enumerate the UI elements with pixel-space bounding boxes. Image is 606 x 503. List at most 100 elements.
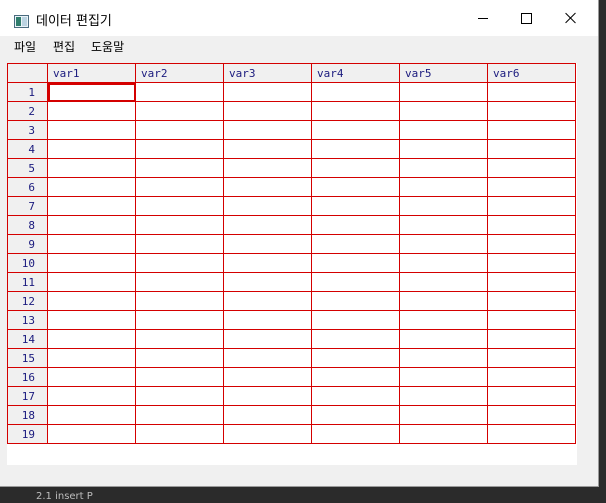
grid-cell[interactable] [487, 215, 576, 235]
grid-cell[interactable] [487, 272, 576, 292]
menu-help[interactable]: 도움말 [91, 39, 124, 55]
grid-cell[interactable] [399, 386, 488, 406]
grid-cell[interactable] [47, 405, 136, 425]
grid-cell[interactable] [399, 120, 488, 140]
grid-cell[interactable] [223, 120, 312, 140]
grid-cell[interactable] [47, 215, 136, 235]
grid-cell[interactable] [47, 291, 136, 311]
maximize-button[interactable] [503, 0, 549, 36]
grid-cell[interactable] [311, 424, 400, 444]
grid-cell[interactable] [223, 196, 312, 216]
grid-cell[interactable] [399, 310, 488, 330]
column-header-var1[interactable]: var1 [47, 63, 136, 83]
grid-cell[interactable] [399, 253, 488, 273]
grid-cell[interactable] [135, 272, 224, 292]
grid-cell[interactable] [223, 101, 312, 121]
grid-cell[interactable] [311, 405, 400, 425]
grid-cell[interactable] [223, 348, 312, 368]
grid-cell[interactable] [399, 348, 488, 368]
row-header[interactable]: 19 [7, 424, 48, 444]
grid-cell[interactable] [487, 101, 576, 121]
grid-cell[interactable] [311, 82, 400, 102]
grid-cell[interactable] [311, 386, 400, 406]
column-header-var6[interactable]: var6 [487, 63, 576, 83]
menu-edit[interactable]: 편집 [53, 39, 75, 55]
grid-cell[interactable] [223, 291, 312, 311]
column-header-var3[interactable]: var3 [223, 63, 312, 83]
grid-cell[interactable] [135, 405, 224, 425]
grid-cell[interactable] [487, 367, 576, 387]
grid-cell[interactable] [223, 405, 312, 425]
grid-cell[interactable] [399, 158, 488, 178]
grid-corner[interactable] [7, 63, 48, 83]
grid-cell[interactable] [47, 158, 136, 178]
row-header[interactable]: 17 [7, 386, 48, 406]
grid-cell[interactable] [47, 367, 136, 387]
grid-cell[interactable] [487, 291, 576, 311]
grid-cell[interactable] [487, 386, 576, 406]
grid-cell[interactable] [399, 177, 488, 197]
menu-file[interactable]: 파일 [14, 39, 36, 55]
grid-cell[interactable] [399, 139, 488, 159]
grid-cell[interactable] [487, 253, 576, 273]
grid-cell[interactable] [135, 348, 224, 368]
title-bar[interactable]: 데이터 편집기 [0, 0, 598, 36]
row-header[interactable]: 4 [7, 139, 48, 159]
row-header[interactable]: 15 [7, 348, 48, 368]
grid-cell[interactable] [487, 405, 576, 425]
grid-cell[interactable] [487, 158, 576, 178]
grid-cell[interactable] [47, 310, 136, 330]
grid-cell[interactable] [47, 424, 136, 444]
grid-cell[interactable] [47, 329, 136, 349]
grid-cell[interactable] [135, 215, 224, 235]
grid-cell[interactable] [399, 291, 488, 311]
grid-cell[interactable] [135, 101, 224, 121]
row-header[interactable]: 8 [7, 215, 48, 235]
grid-cell[interactable] [47, 196, 136, 216]
row-header[interactable]: 1 [7, 82, 48, 102]
grid-cell[interactable] [311, 120, 400, 140]
row-header[interactable]: 7 [7, 196, 48, 216]
grid-cell[interactable] [487, 177, 576, 197]
grid-cell[interactable] [311, 158, 400, 178]
grid-cell[interactable] [311, 234, 400, 254]
grid-cell[interactable] [487, 82, 576, 102]
close-button[interactable] [548, 0, 594, 36]
grid-cell[interactable] [311, 196, 400, 216]
grid-cell[interactable] [311, 329, 400, 349]
row-header[interactable]: 13 [7, 310, 48, 330]
column-header-var2[interactable]: var2 [135, 63, 224, 83]
grid-cell[interactable] [47, 120, 136, 140]
grid-cell[interactable] [47, 253, 136, 273]
grid-cell[interactable] [487, 234, 576, 254]
grid-cell[interactable] [223, 424, 312, 444]
grid-cell[interactable] [223, 253, 312, 273]
grid-cell[interactable] [135, 367, 224, 387]
grid-cell[interactable] [487, 196, 576, 216]
grid-cell[interactable] [223, 234, 312, 254]
row-header[interactable]: 9 [7, 234, 48, 254]
grid-cell[interactable] [311, 101, 400, 121]
grid-cell[interactable] [487, 424, 576, 444]
grid-cell[interactable] [47, 272, 136, 292]
grid-cell[interactable] [223, 272, 312, 292]
grid-cell[interactable] [135, 234, 224, 254]
row-header[interactable]: 11 [7, 272, 48, 292]
grid-cell[interactable] [135, 196, 224, 216]
grid-cell[interactable] [135, 177, 224, 197]
grid-cell[interactable] [135, 158, 224, 178]
grid-cell[interactable] [135, 291, 224, 311]
grid-cell[interactable] [223, 367, 312, 387]
row-header[interactable]: 16 [7, 367, 48, 387]
grid-cell[interactable] [223, 158, 312, 178]
grid-cell[interactable] [487, 310, 576, 330]
grid-cell[interactable] [487, 348, 576, 368]
grid-cell[interactable] [311, 348, 400, 368]
grid-cell[interactable] [487, 139, 576, 159]
row-header[interactable]: 2 [7, 101, 48, 121]
grid-cell[interactable] [311, 177, 400, 197]
grid-cell[interactable] [399, 405, 488, 425]
grid-cell[interactable] [399, 424, 488, 444]
grid-cell[interactable] [399, 367, 488, 387]
grid-cell[interactable] [399, 82, 488, 102]
